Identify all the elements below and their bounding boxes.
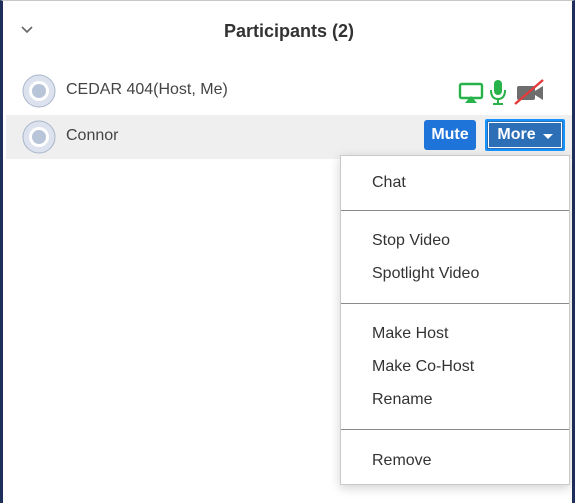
menu-item-stop-video[interactable]: Stop Video — [341, 226, 571, 256]
menu-item-rename[interactable]: Rename — [341, 385, 571, 415]
more-button[interactable]: More — [485, 119, 565, 151]
microphone-icon — [487, 78, 509, 106]
menu-item-spotlight-video[interactable]: Spotlight Video — [341, 259, 571, 289]
more-button-label: More — [497, 126, 536, 143]
menu-divider — [341, 303, 569, 304]
menu-item-make-host[interactable]: Make Host — [341, 319, 571, 349]
caret-down-icon — [542, 133, 553, 139]
video-off-icon — [511, 78, 547, 106]
participant-status-icons — [457, 75, 547, 109]
panel-title: Participants (2) — [223, 21, 355, 41]
participant-row-host[interactable]: CEDAR 404(Host, Me) — [6, 69, 572, 113]
menu-divider — [341, 429, 569, 430]
participants-header: Participants (2) — [6, 1, 572, 67]
avatar-icon — [22, 74, 56, 108]
participant-name: CEDAR 404(Host, Me) — [66, 81, 228, 98]
participants-panel: Participants (2) CEDAR 404(Host, Me) Con… — [0, 0, 575, 503]
avatar-icon — [22, 120, 56, 154]
participant-name: Connor — [66, 127, 119, 144]
menu-divider — [341, 210, 569, 211]
menu-item-chat[interactable]: Chat — [341, 168, 571, 198]
menu-item-make-co-host[interactable]: Make Co-Host — [341, 352, 571, 382]
more-dropdown-menu: Chat Stop Video Spotlight Video Make Hos… — [340, 155, 570, 485]
screen-share-icon — [457, 78, 485, 106]
participant-row-connor[interactable]: Connor Mute More — [6, 115, 572, 159]
mute-button[interactable]: Mute — [424, 120, 476, 150]
menu-item-remove[interactable]: Remove — [341, 446, 571, 476]
